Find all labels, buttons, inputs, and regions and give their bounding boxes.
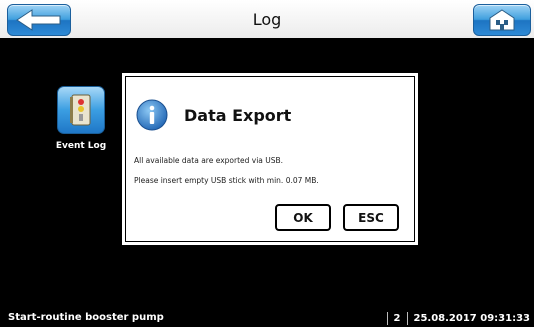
status-info: 2 25.08.2017 09:31:33 bbox=[381, 312, 530, 325]
ok-button[interactable]: OK bbox=[275, 204, 331, 231]
datetime: 25.08.2017 09:31:33 bbox=[413, 313, 531, 324]
home-button[interactable] bbox=[473, 4, 531, 36]
event-log-icon bbox=[57, 86, 105, 134]
dialog-message-line1: All available data are exported via USB. bbox=[134, 156, 284, 165]
page-title: Log bbox=[252, 10, 282, 29]
dialog-message-line2: Please insert empty USB stick with min. … bbox=[134, 176, 319, 185]
data-export-dialog: Data Export All available data are expor… bbox=[122, 73, 418, 245]
header-bar: Log bbox=[0, 0, 534, 38]
event-log-label: Event Log bbox=[55, 141, 107, 151]
divider bbox=[386, 312, 388, 325]
home-icon bbox=[489, 9, 515, 31]
status-text: Start-routine booster pump bbox=[8, 312, 164, 323]
info-icon bbox=[136, 99, 168, 131]
dialog-title: Data Export bbox=[184, 106, 292, 125]
event-log-button[interactable]: Event Log bbox=[50, 86, 112, 151]
esc-button[interactable]: ESC bbox=[343, 204, 399, 231]
divider bbox=[406, 312, 408, 325]
message-count: 2 bbox=[393, 313, 401, 324]
